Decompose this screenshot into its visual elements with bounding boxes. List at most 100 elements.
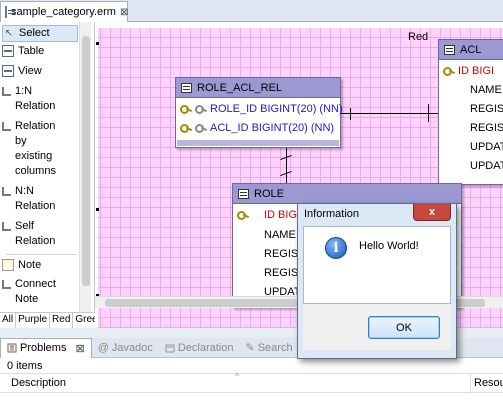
relation-icon xyxy=(2,87,11,96)
declaration-icon xyxy=(165,344,175,352)
problems-table-header: Description ^ Resou xyxy=(0,371,503,394)
palette-item-relation-existing[interactable]: Relation by existing columns xyxy=(2,119,78,179)
table-column[interactable]: ID BIGI xyxy=(233,205,300,224)
palette-item-select[interactable]: ↖ Select xyxy=(2,25,78,42)
editor-tab[interactable]: sample_category.erm ⊠ xyxy=(0,1,128,22)
column-text: REGIST xyxy=(470,102,503,115)
tab-red[interactable]: Red xyxy=(50,313,74,328)
column-text: NAME V xyxy=(470,83,503,96)
column-text: ID BIGI xyxy=(458,64,495,77)
table-column[interactable]: ACL_ID BIGINT(20) (NN) xyxy=(176,118,334,137)
selection-handle[interactable] xyxy=(96,208,99,211)
info-icon: i xyxy=(325,237,347,259)
relation-marker xyxy=(350,108,351,120)
palette-item-nn-relation[interactable]: N:N Relation xyxy=(2,184,78,214)
table-header[interactable]: ROLE xyxy=(233,184,461,204)
table-column[interactable]: REGIST xyxy=(439,99,503,118)
canvas-edge xyxy=(95,22,98,328)
palette-item-1n-relation[interactable]: 1:N Relation xyxy=(2,84,78,114)
column-header-resource[interactable]: Resou xyxy=(474,377,503,389)
table-footer xyxy=(177,140,339,146)
foreign-key-icon xyxy=(195,104,207,114)
search-icon: ✎ xyxy=(245,342,255,354)
palette-item-label: Select xyxy=(19,27,50,39)
palette-item-connect-note[interactable]: Connect Note xyxy=(2,277,78,307)
tab-label: Declaration xyxy=(177,341,234,354)
palette-item-label: Note xyxy=(18,259,42,271)
primary-key-icon xyxy=(443,66,455,76)
view-icon xyxy=(2,65,14,77)
palette-item-self-relation[interactable]: Self Relation xyxy=(2,219,78,249)
table-column[interactable]: UPDAT xyxy=(439,156,503,175)
column-text: UPDAT xyxy=(470,140,503,153)
palette-item-table[interactable]: Table xyxy=(2,44,78,59)
dialog-message: Hello World! xyxy=(359,240,419,252)
dialog-body xyxy=(303,226,451,304)
close-icon[interactable]: ⊠ xyxy=(120,7,128,18)
information-dialog: Information x i Hello World! OK xyxy=(297,203,457,359)
column-header-description[interactable]: Description xyxy=(11,377,66,389)
tab-problems[interactable]: Problems ⊠ xyxy=(0,337,92,358)
foreign-key-icon xyxy=(195,123,207,133)
table-role-acl-rel[interactable]: ROLE_ACL_REL ROLE_ID BIGINT(20) (NN) ACL… xyxy=(175,77,343,148)
tab-label: Problems xyxy=(20,342,67,354)
table-icon xyxy=(238,188,249,199)
category-label: Red xyxy=(408,31,429,43)
tab-javadoc[interactable]: @ Javadoc xyxy=(92,338,159,358)
table-column[interactable]: UPDAT xyxy=(439,137,503,156)
table-column[interactable]: REGIST xyxy=(439,118,503,137)
table-header[interactable]: ROLE_ACL_REL xyxy=(176,78,340,98)
tab-all[interactable]: All xyxy=(0,313,17,328)
connect-note-icon xyxy=(2,280,11,289)
table-column[interactable]: REGIST xyxy=(233,263,305,282)
table-column[interactable]: NAME V xyxy=(439,80,503,99)
column-separator[interactable] xyxy=(470,374,471,394)
ok-button[interactable]: OK xyxy=(368,316,440,339)
dialog-title: Information xyxy=(304,208,360,220)
table-name: ROLE_ACL_REL xyxy=(197,81,282,94)
palette-item-label: Table xyxy=(18,45,45,57)
palette-scrollbar[interactable] xyxy=(79,22,91,312)
palette-scroll-thumb[interactable] xyxy=(82,36,90,286)
table-column[interactable]: NAME V xyxy=(233,225,306,244)
palette-separator xyxy=(6,254,76,255)
relation-line[interactable] xyxy=(286,148,287,184)
tab-search[interactable]: ✎ Search xyxy=(239,338,298,358)
tab-purple[interactable]: Purple xyxy=(16,313,51,328)
primary-key-icon xyxy=(180,104,192,114)
tab-declaration[interactable]: Declaration xyxy=(159,338,240,358)
table-column[interactable]: ID BIGI xyxy=(439,61,494,80)
column-text: ID BIGI xyxy=(264,208,301,221)
self-relation-icon xyxy=(2,222,11,231)
category-filter-tabs: All Purple Red Green xyxy=(0,312,107,328)
column-text: ROLE_ID BIGINT(20) (NN) xyxy=(210,102,343,115)
relation-marker xyxy=(428,104,429,122)
editor-tabbar: sample_category.erm ⊠ xyxy=(0,0,503,22)
tab-label: Search xyxy=(257,341,293,354)
tab-label: Javadoc xyxy=(111,341,153,354)
palette-item-label: Connect Note xyxy=(15,278,56,305)
table-column[interactable]: ROLE_ID BIGINT(20) (NN) xyxy=(176,99,343,118)
close-button[interactable]: x xyxy=(413,204,451,221)
table-icon xyxy=(444,44,455,55)
close-icon[interactable]: ⊠ xyxy=(75,342,84,355)
problems-icon xyxy=(7,343,17,353)
table-icon xyxy=(181,82,192,93)
canvas-top-edge xyxy=(95,22,503,28)
palette-item-view[interactable]: View xyxy=(2,64,78,79)
palette-item-label: Self Relation xyxy=(15,220,56,247)
sort-icon: ^ xyxy=(235,371,240,381)
table-icon xyxy=(2,45,14,57)
table-name: ROLE xyxy=(254,187,284,200)
table-column[interactable]: REGIST xyxy=(233,244,305,263)
primary-key-icon xyxy=(237,210,249,220)
table-acl[interactable]: ACL ID BIGI NAME V REGIST REGIST UPDAT U… xyxy=(438,39,503,185)
table-header[interactable]: ACL xyxy=(439,40,503,60)
primary-key-icon xyxy=(180,123,192,133)
relation-line[interactable] xyxy=(341,113,439,114)
erm-file-icon xyxy=(5,6,16,18)
selection-handle[interactable] xyxy=(96,42,99,45)
palette-item-note[interactable]: Note xyxy=(2,258,78,273)
note-icon xyxy=(2,259,14,271)
palette-item-label: N:N Relation xyxy=(15,185,56,212)
